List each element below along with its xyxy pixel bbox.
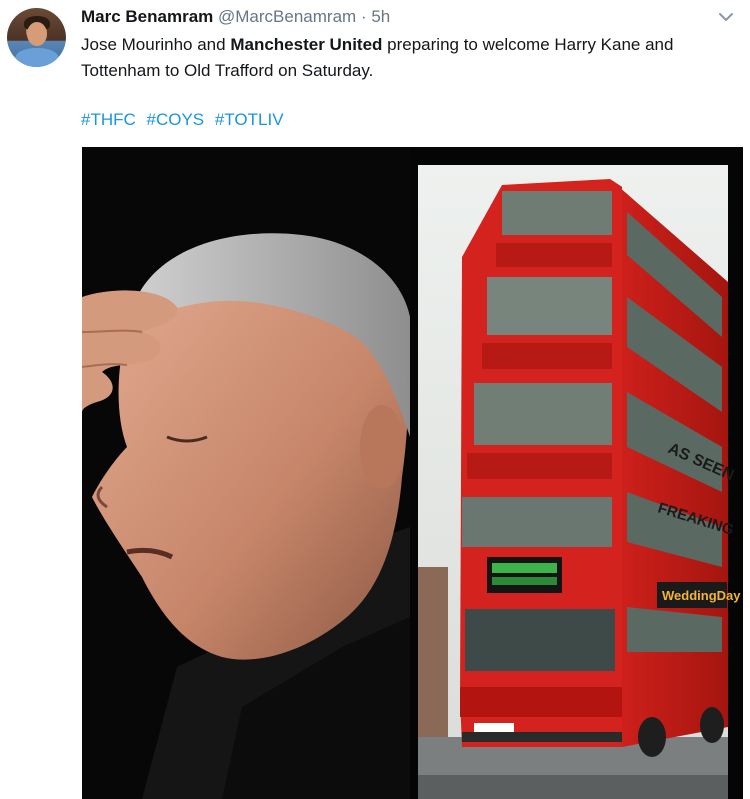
- author-name[interactable]: Marc Benamram: [81, 7, 213, 26]
- tweet-header: Marc Benamram @MarcBenamram · 5h: [81, 6, 390, 28]
- hashtag-link[interactable]: #THFC: [81, 110, 136, 129]
- tweet: Marc Benamram @MarcBenamram · 5h Jose Mo…: [0, 0, 750, 799]
- tweet-text-mention: Manchester United: [230, 35, 383, 54]
- header-separator: ·: [360, 7, 367, 26]
- left-photo: [82, 147, 410, 799]
- avatar-shirt: [15, 48, 59, 67]
- avatar-face: [27, 22, 47, 46]
- hashtag-link[interactable]: #COYS: [147, 110, 205, 129]
- bus-ad-text: WeddingDay: [662, 588, 741, 603]
- chevron-down-icon[interactable]: [717, 10, 735, 24]
- tweet-text: Jose Mourinho and Manchester United prep…: [81, 32, 731, 84]
- hashtag-list: #THFC #COYS #TOTLIV: [81, 108, 290, 132]
- avatar[interactable]: [7, 8, 66, 67]
- media-divider: [410, 147, 418, 799]
- right-photo: AS SEEN FREAKING WeddingDay: [418, 165, 741, 799]
- author-handle[interactable]: @MarcBenamram: [218, 7, 356, 26]
- hashtag-link[interactable]: #TOTLIV: [215, 110, 284, 129]
- tweet-media[interactable]: AS SEEN FREAKING WeddingDay: [82, 147, 743, 799]
- tweet-timestamp[interactable]: 5h: [371, 7, 390, 26]
- tweet-text-part1: Jose Mourinho and: [81, 35, 231, 54]
